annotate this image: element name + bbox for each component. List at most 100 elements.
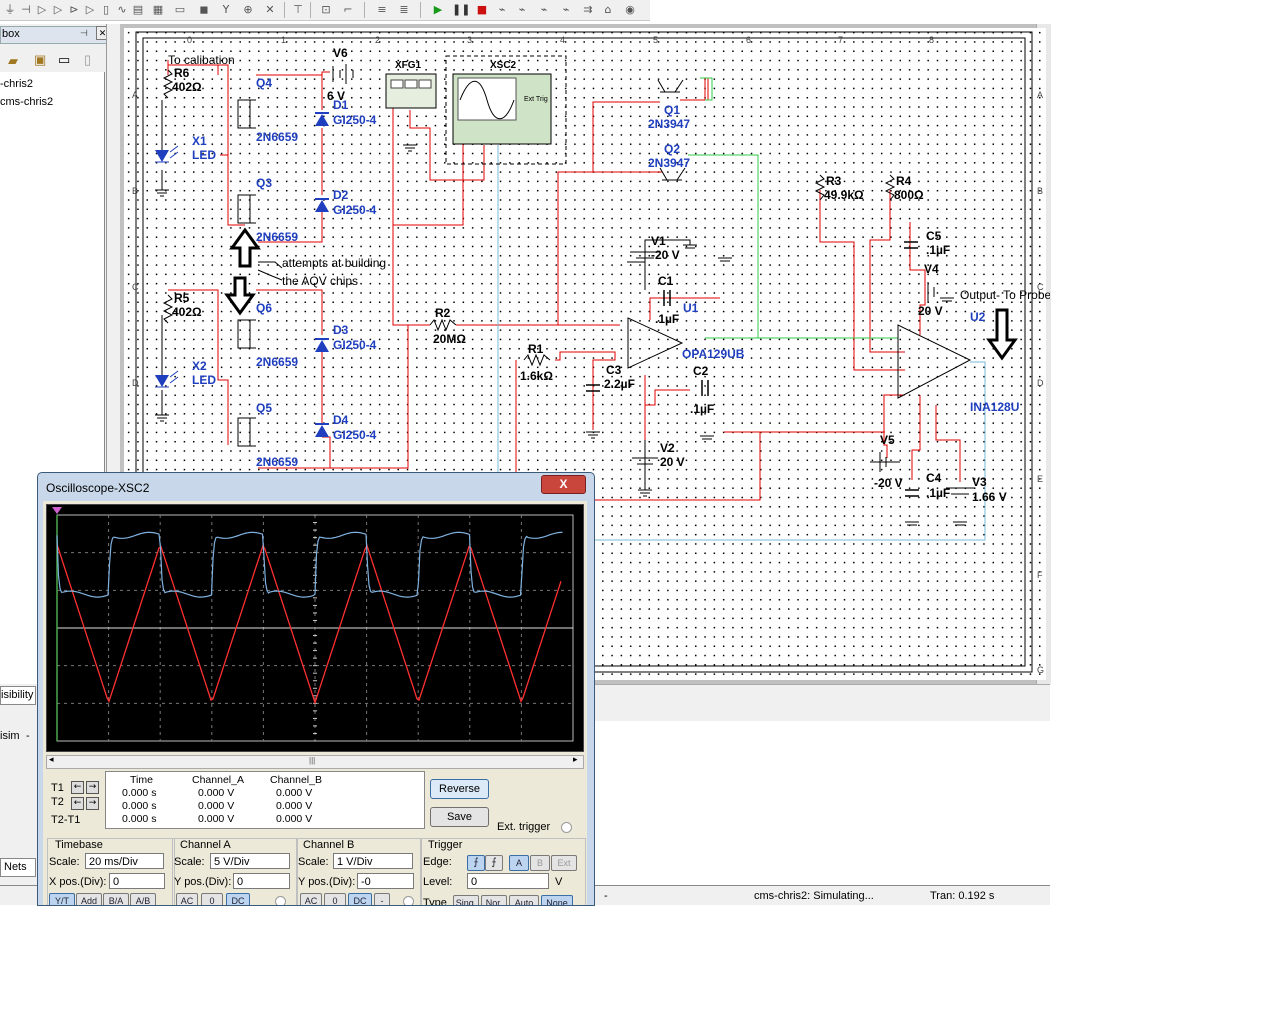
label-d1-part: GI250-4 bbox=[333, 113, 377, 127]
screen-scrollbar[interactable]: ◂ ||| ▸ bbox=[46, 754, 584, 769]
timebase-scale-field[interactable]: 20 ms/Div bbox=[85, 853, 164, 869]
label-u1: U1 bbox=[683, 301, 699, 315]
trigger-type-label: Type bbox=[423, 897, 447, 906]
timebase-title: Timebase bbox=[55, 839, 103, 851]
close-button[interactable]: X bbox=[541, 475, 586, 494]
label-v2-value: 20 V bbox=[660, 455, 685, 469]
t2-right-icon[interactable]: → bbox=[86, 797, 99, 810]
label-u2: U2 bbox=[970, 310, 986, 324]
trigger-normal-button[interactable]: Nor. bbox=[481, 895, 507, 906]
yt-button[interactable]: Y/T bbox=[49, 893, 75, 905]
ruler-num-4: 4 bbox=[560, 35, 565, 45]
cursor-t1-marker bbox=[52, 507, 62, 514]
up-arrow-icon bbox=[229, 227, 261, 268]
channel-b-ypos-value: -0 bbox=[361, 876, 371, 888]
channel-b-trace bbox=[56, 531, 563, 598]
channel-b-ypos-field[interactable]: -0 bbox=[357, 873, 414, 889]
trigger-edge-label: Edge: bbox=[423, 856, 452, 868]
channel-b-scale-field[interactable]: 1 V/Div bbox=[333, 853, 413, 869]
channel-b-terminal[interactable] bbox=[403, 896, 414, 905]
trigger-source-ext-button[interactable]: Ext bbox=[551, 855, 577, 871]
down-arrow-icon bbox=[224, 276, 256, 316]
channel-a-scale-value: 5 V/Div bbox=[214, 856, 250, 868]
scroll-right-icon[interactable]: ▸ bbox=[573, 754, 578, 765]
label-q6: Q6 bbox=[256, 301, 272, 315]
trigger-normal-label: Nor. bbox=[485, 898, 503, 906]
channel-a-dc-button[interactable]: DC bbox=[226, 893, 250, 905]
annotation-line1: attempts at building bbox=[282, 256, 386, 270]
channel-a-scale-field[interactable]: 5 V/Div bbox=[210, 853, 290, 869]
scope-display bbox=[52, 507, 574, 742]
label-c3: C3 bbox=[606, 363, 622, 377]
label-d2-part: GI250-4 bbox=[333, 203, 377, 217]
label-x2: X2 bbox=[192, 359, 207, 373]
readout-dt-b: 0.000 V bbox=[276, 813, 313, 825]
label-v1: V1 bbox=[651, 234, 666, 248]
ruler-num-1: 1 bbox=[281, 35, 286, 45]
label-q5: Q5 bbox=[256, 401, 272, 415]
label-u1-part: OPA129UB bbox=[682, 347, 745, 361]
t1-left-icon[interactable]: ← bbox=[71, 781, 84, 794]
label-xfg1: XFG1 bbox=[395, 60, 422, 71]
channel-a-terminal[interactable] bbox=[275, 896, 286, 905]
label-v5-value: -20 V bbox=[874, 476, 903, 490]
oscilloscope-title: Oscilloscope-XSC2 bbox=[46, 481, 150, 495]
close-icon: X bbox=[559, 477, 568, 491]
reverse-button[interactable]: Reverse bbox=[430, 779, 489, 799]
scroll-left-icon[interactable]: ◂ bbox=[49, 754, 54, 765]
rising-edge-button[interactable]: ⨍ bbox=[467, 855, 485, 871]
label-v3-value: 1.66 V bbox=[972, 490, 1007, 504]
label-x2-led: LED bbox=[192, 373, 216, 387]
channel-b-ypos-label: Y pos.(Div): bbox=[298, 876, 356, 888]
trigger-none-button[interactable]: None bbox=[541, 895, 573, 905]
add-button[interactable]: Add bbox=[76, 893, 102, 905]
channel-a-ypos-value: 0 bbox=[237, 876, 244, 888]
ruler-letter-a-right: A bbox=[1037, 90, 1043, 100]
label-v6: V6 bbox=[333, 46, 348, 60]
ruler-letter-c-left: C bbox=[132, 282, 139, 292]
t1-right-icon[interactable]: → bbox=[86, 781, 99, 794]
channel-b-zero-button[interactable]: 0 bbox=[324, 893, 346, 905]
trigger-auto-button[interactable]: Auto bbox=[509, 895, 539, 906]
ba-label: B/A bbox=[108, 896, 124, 906]
trigger-level-field[interactable]: 0 bbox=[467, 873, 549, 889]
xfg1-instrument bbox=[385, 73, 437, 109]
falling-edge-button[interactable]: ⨍ bbox=[485, 855, 503, 871]
v6-battery bbox=[332, 64, 354, 84]
label-q1-part: 2N3947 bbox=[648, 117, 690, 131]
channel-a-scale-label: Scale: bbox=[174, 856, 205, 868]
label-d3-part: GI250-4 bbox=[333, 338, 377, 352]
readout-t2-a: 0.000 V bbox=[198, 800, 235, 812]
t2-left-icon[interactable]: ← bbox=[71, 797, 84, 810]
trigger-auto-label: Auto bbox=[514, 898, 534, 906]
timebase-xpos-field[interactable]: 0 bbox=[109, 873, 165, 889]
oscilloscope-window[interactable]: Oscilloscope-XSC2 X ◂ ||| ▸ T1 ← → T2 ← … bbox=[37, 472, 595, 906]
label-q3-part: 2N6659 bbox=[256, 230, 298, 244]
label-ext-trig: Ext Trig bbox=[524, 96, 548, 103]
cursor-readout: Time Channel_A Channel_B 0.000 s 0.000 V… bbox=[105, 771, 425, 829]
channel-b-invert-button[interactable]: - bbox=[374, 893, 390, 905]
scroll-thumb-icon[interactable]: ||| bbox=[309, 756, 315, 765]
u2-ina bbox=[897, 324, 972, 399]
readout-t1-b: 0.000 V bbox=[276, 787, 313, 799]
trigger-source-b-button[interactable]: B bbox=[530, 855, 550, 871]
status-tran: Tran: 0.192 s bbox=[930, 890, 995, 902]
trigger-single-button[interactable]: Sing. bbox=[453, 895, 479, 905]
ba-button[interactable]: B/A bbox=[103, 893, 129, 906]
channel-b-dc-button[interactable]: DC bbox=[348, 893, 372, 905]
ext-trigger-terminal[interactable] bbox=[561, 822, 572, 833]
label-c5-value: .1µF bbox=[926, 243, 950, 257]
readout-t2-b: 0.000 V bbox=[276, 800, 313, 812]
label-q4: Q4 bbox=[256, 76, 272, 90]
channel-b-ac-button[interactable]: AC bbox=[300, 893, 322, 905]
ab-button[interactable]: A/B bbox=[130, 893, 156, 905]
oscilloscope-screen[interactable] bbox=[46, 504, 584, 752]
label-v5: V5 bbox=[880, 433, 895, 447]
channel-a-ypos-field[interactable]: 0 bbox=[233, 873, 290, 889]
label-r3: R3 bbox=[826, 174, 842, 188]
label-r5-value: 402Ω bbox=[172, 305, 202, 319]
save-button[interactable]: Save bbox=[430, 807, 489, 827]
trigger-source-a-button[interactable]: A bbox=[509, 855, 529, 871]
channel-a-zero-button[interactable]: 0 bbox=[201, 893, 223, 905]
channel-a-ac-button[interactable]: AC bbox=[176, 893, 198, 905]
